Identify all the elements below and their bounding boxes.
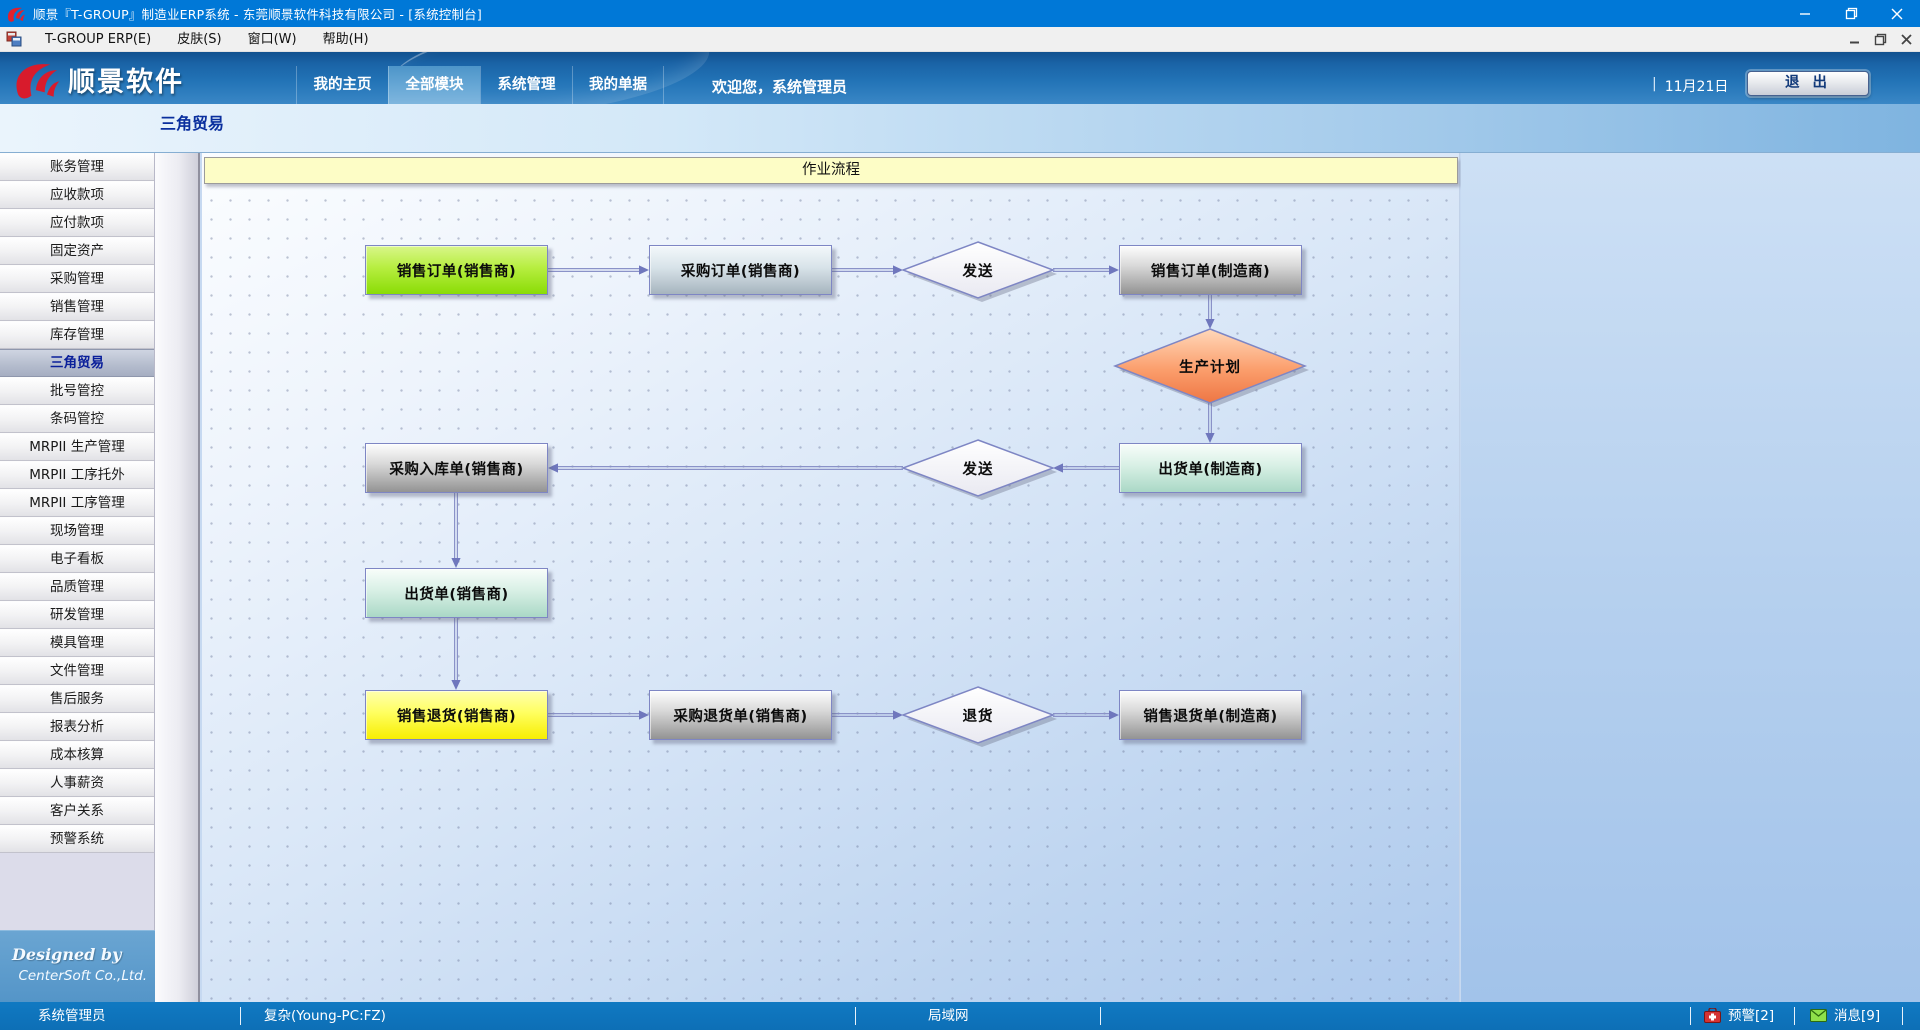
status-separator: [1794, 1007, 1795, 1025]
sidebar-item[interactable]: MRPII 工序托外: [0, 461, 154, 489]
app-logo-icon: [7, 5, 25, 23]
designed-by-line1: Designed by: [12, 945, 155, 964]
status-separator: [1100, 1007, 1101, 1025]
sidebar-item[interactable]: 预警系统: [0, 825, 154, 853]
app-header: 顺景软件 我的主页全部模块系统管理我的单据 欢迎您，系统管理员 | 11月21日…: [0, 52, 1920, 104]
menu-item[interactable]: T-GROUP ERP(E): [32, 27, 164, 52]
status-message[interactable]: 消息[9]: [1834, 1002, 1880, 1030]
sidebar-item[interactable]: 销售管理: [0, 293, 154, 321]
window-title: 顺景『T-GROUP』制造业ERP系统 - 东莞顺景软件科技有限公司 - [系统…: [33, 4, 482, 23]
brand-logo: 顺景软件: [14, 59, 184, 99]
status-user: 系统管理员: [38, 1002, 106, 1030]
sidebar-item[interactable]: 报表分析: [0, 713, 154, 741]
sidebar-item[interactable]: 库存管理: [0, 321, 154, 349]
flow-node-purchase-order-seller[interactable]: 采购订单(销售商): [649, 245, 832, 295]
sidebar-item[interactable]: 研发管理: [0, 601, 154, 629]
flow-node-sales-return-seller[interactable]: 销售退货(销售商): [365, 690, 548, 740]
flow-node-return[interactable]: 退货: [903, 687, 1053, 743]
sidebar-item[interactable]: 固定资产: [0, 237, 154, 265]
sidebar-splitter[interactable]: [155, 153, 200, 1002]
flow-node-production-plan[interactable]: 生产计划: [1115, 329, 1305, 403]
breadcrumb-bar: 三角贸易: [0, 104, 1920, 153]
exit-button[interactable]: 退 出: [1747, 71, 1869, 96]
os-title-bar: 顺景『T-GROUP』制造业ERP系统 - 东莞顺景软件科技有限公司 - [系统…: [0, 0, 1920, 27]
header-date: | 11月21日: [1652, 76, 1728, 96]
sidebar-item[interactable]: 现场管理: [0, 517, 154, 545]
sidebar-item[interactable]: MRPII 工序管理: [0, 489, 154, 517]
sidebar-item[interactable]: 批号管控: [0, 377, 154, 405]
tab-全部模块[interactable]: 全部模块: [388, 66, 480, 104]
close-icon: [1891, 8, 1903, 20]
welcome-text: 欢迎您，系统管理员: [712, 76, 847, 97]
module-sidebar: 账务管理应收款项应付款项固定资产采购管理销售管理库存管理三角贸易批号管控条码管控…: [0, 153, 155, 1002]
sidebar-item[interactable]: 电子看板: [0, 545, 154, 573]
status-network: 局域网: [928, 1002, 969, 1030]
date-separator: |: [1652, 76, 1657, 96]
sidebar-item[interactable]: 成本核算: [0, 741, 154, 769]
alert-icon: [1704, 1008, 1721, 1023]
sidebar-item[interactable]: 条码管控: [0, 405, 154, 433]
sidebar-item[interactable]: 客户关系: [0, 797, 154, 825]
sidebar-item[interactable]: 品质管理: [0, 573, 154, 601]
sidebar-item[interactable]: 采购管理: [0, 265, 154, 293]
restore-button[interactable]: [1828, 0, 1874, 27]
designed-by-panel: Designed by CenterSoft Co.,Ltd.: [0, 930, 155, 1002]
flow-node-shipment-seller[interactable]: 出货单(销售商): [365, 568, 548, 618]
status-separator: [1690, 1007, 1691, 1025]
main-nav-tabs: 我的主页全部模块系统管理我的单据: [296, 66, 664, 104]
brand-logo-text: 顺景软件: [68, 60, 184, 99]
status-separator: [240, 1007, 241, 1025]
tab-系统管理[interactable]: 系统管理: [480, 66, 572, 104]
sidebar-items: 账务管理应收款项应付款项固定资产采购管理销售管理库存管理三角贸易批号管控条码管控…: [0, 153, 154, 853]
flow-node-purchase-receipt-seller[interactable]: 采购入库单(销售商): [365, 443, 548, 493]
restore-icon: [1845, 7, 1858, 20]
sidebar-item[interactable]: 应付款项: [0, 209, 154, 237]
menu-bar: T-GROUP ERP(E)皮肤(S)窗口(W)帮助(H): [0, 27, 1920, 52]
status-separator: [1902, 1007, 1903, 1025]
close-button[interactable]: [1874, 0, 1920, 27]
tab-我的单据[interactable]: 我的单据: [572, 66, 664, 104]
sidebar-item[interactable]: 人事薪资: [0, 769, 154, 797]
mdi-minimize-icon[interactable]: [1849, 34, 1860, 45]
breadcrumb: 三角贸易: [160, 110, 224, 134]
sidebar-item[interactable]: 应收款项: [0, 181, 154, 209]
brand-logo-icon: [14, 59, 60, 99]
flow-node-sales-order-mfr[interactable]: 销售订单(制造商): [1119, 245, 1302, 295]
minimize-button[interactable]: [1782, 0, 1828, 27]
flow-node-shipment-mfr[interactable]: 出货单(制造商): [1119, 443, 1302, 493]
status-separator: [855, 1007, 856, 1025]
menu-item[interactable]: 窗口(W): [235, 27, 310, 52]
flow-node-sales-return-mfr[interactable]: 销售退货单(制造商): [1119, 690, 1302, 740]
minimize-icon: [1799, 8, 1811, 20]
sidebar-item[interactable]: 三角贸易: [0, 349, 154, 377]
menu-items: T-GROUP ERP(E)皮肤(S)窗口(W)帮助(H): [32, 27, 382, 52]
mdi-restore-icon[interactable]: [1874, 33, 1887, 46]
sidebar-item[interactable]: 模具管理: [0, 629, 154, 657]
status-alert[interactable]: 预警[2]: [1728, 1002, 1774, 1030]
message-icon: [1810, 1008, 1827, 1023]
menu-item[interactable]: 皮肤(S): [164, 27, 234, 52]
workflow-canvas: 作业流程 销售订单(销售商)采购订单(销售商)发送销售订单(制造商)生产计划出货…: [202, 153, 1460, 1002]
mdi-close-icon[interactable]: [1901, 34, 1912, 45]
sidebar-item[interactable]: 账务管理: [0, 153, 154, 181]
flow-node-sales-order-seller[interactable]: 销售订单(销售商): [365, 245, 548, 295]
designed-by-line2: CenterSoft Co.,Ltd.: [0, 968, 147, 984]
sidebar-item[interactable]: 售后服务: [0, 685, 154, 713]
sidebar-item[interactable]: 文件管理: [0, 657, 154, 685]
flow-node-purchase-return-seller[interactable]: 采购退货单(销售商): [649, 690, 832, 740]
erp-application-window: 顺景『T-GROUP』制造业ERP系统 - 东莞顺景软件科技有限公司 - [系统…: [0, 0, 1920, 1030]
status-machine: 复杂(Young-PC:FZ): [264, 1002, 386, 1030]
tab-我的主页[interactable]: 我的主页: [296, 66, 388, 104]
flow-node-send-1[interactable]: 发送: [903, 242, 1053, 298]
flow-node-send-2[interactable]: 发送: [903, 440, 1053, 496]
mdi-form-icon: [6, 31, 22, 47]
date-text: 11月21日: [1665, 76, 1729, 96]
sidebar-item[interactable]: MRPII 生产管理: [0, 433, 154, 461]
status-bar: 系统管理员 复杂(Young-PC:FZ) 局域网 预警[2] 消息[9]: [0, 1002, 1920, 1030]
menu-item[interactable]: 帮助(H): [310, 27, 382, 52]
mdi-background: [1461, 153, 1920, 1002]
